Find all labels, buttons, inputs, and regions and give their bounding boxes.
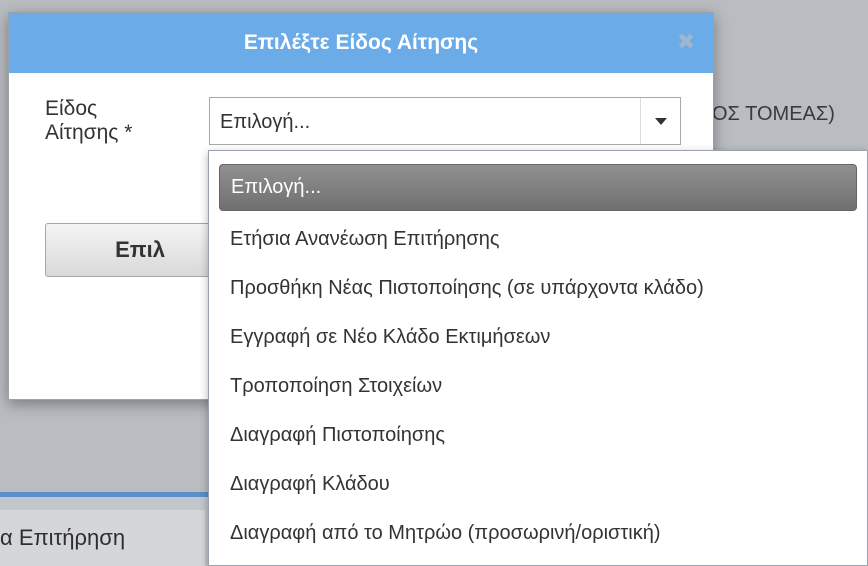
dropdown-option[interactable]: Ετήσια Ανανέωση Επιτήρησης xyxy=(219,215,857,264)
dropdown-option[interactable]: Τροποποίηση Στοιχείων xyxy=(219,362,857,411)
dialog-header: Επιλέξτε Είδος Αίτησης ✖ xyxy=(9,13,713,73)
dropdown-option[interactable]: Διαγραφή Κλάδου xyxy=(219,460,857,509)
label-line-2: Αίτησης * xyxy=(45,121,133,144)
dropdown-option[interactable]: Διαγραφή από το Μητρώο (προσωρινή/οριστι… xyxy=(219,509,857,558)
select-value: Επιλογή... xyxy=(220,111,311,133)
chevron-down-icon[interactable] xyxy=(640,98,680,144)
request-type-select[interactable]: Επιλογή... xyxy=(209,97,681,145)
dropdown-option[interactable]: Διαγραφή Πιστοποίησης xyxy=(219,411,857,460)
select-button[interactable]: Επιλ xyxy=(45,223,235,277)
background-text: ΟΣ ΤΟΜΕΑΣ) xyxy=(712,103,835,125)
close-icon[interactable]: ✖ xyxy=(675,31,697,53)
label-line-1: Είδος xyxy=(45,97,98,120)
background-tab: α Επιτήρηση xyxy=(0,510,205,566)
request-type-label: Είδος Αίτησης * xyxy=(45,97,185,145)
dropdown-option[interactable]: Εγγραφή σε Νέο Κλάδο Εκτιμήσεων xyxy=(219,313,857,362)
dialog-title: Επιλέξτε Είδος Αίτησης xyxy=(243,31,479,54)
request-type-dropdown: Επιλογή... Ετήσια Ανανέωση Επιτήρησης Πρ… xyxy=(208,150,868,566)
dropdown-option[interactable]: Προσθήκη Νέας Πιστοποίησης (σε υπάρχοντα… xyxy=(219,264,857,313)
dropdown-option[interactable]: Επιλογή... xyxy=(219,164,857,211)
